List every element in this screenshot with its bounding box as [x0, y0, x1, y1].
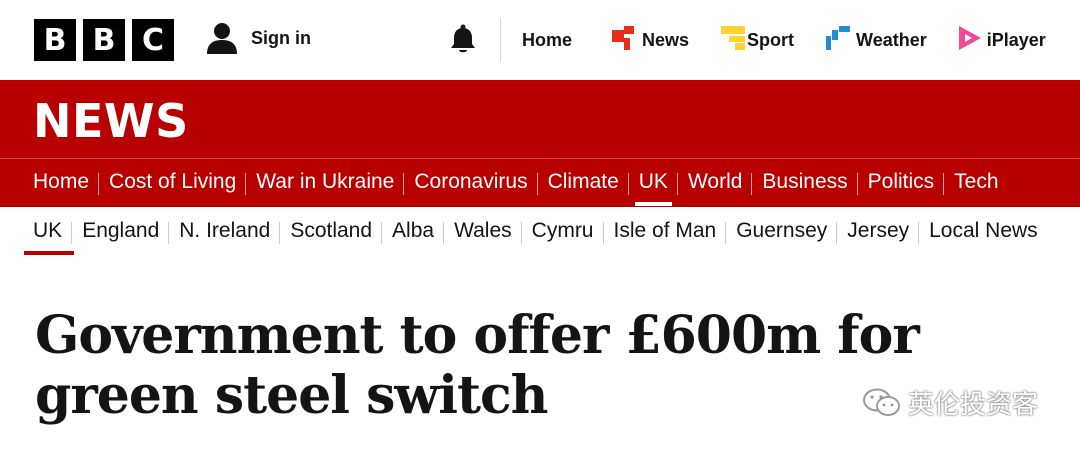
wechat-icon	[863, 388, 900, 416]
primary-nav-climate[interactable]: Climate	[548, 170, 629, 195]
top-nav-divider	[500, 18, 501, 62]
secondary-nav-jersey[interactable]: Jersey	[847, 219, 919, 244]
secondary-nav-guernsey[interactable]: Guernsey	[736, 219, 838, 244]
top-nav-label: Sport	[747, 30, 795, 50]
secondary-nav-england[interactable]: England	[82, 219, 170, 244]
news-banner: NEWS	[0, 80, 1080, 158]
primary-nav-business[interactable]: Business	[762, 170, 858, 195]
secondary-nav-isle-of-man[interactable]: Isle of Man	[614, 219, 727, 244]
primary-nav-uk-active[interactable]: UK	[634, 170, 679, 206]
top-nav-label: Weather	[856, 30, 927, 50]
primary-nav-label: UK	[638, 170, 668, 193]
user-icon	[207, 23, 237, 54]
bbc-logo-letter: B	[34, 19, 76, 61]
news-title[interactable]: NEWS	[33, 94, 189, 148]
primary-nav-politics[interactable]: Politics	[868, 170, 945, 195]
watermark: 英伦投资客	[862, 384, 1038, 421]
sign-in-label: Sign in	[251, 27, 311, 48]
primary-nav-tech[interactable]: Tech	[954, 170, 1008, 194]
top-nav-news[interactable]: News	[612, 26, 689, 55]
top-nav: Home News Sport Weather iPlayer	[522, 26, 1046, 55]
secondary-nav-uk-active[interactable]: UK	[33, 219, 73, 244]
secondary-nav-local-news[interactable]: Local News	[929, 219, 1048, 243]
notifications-bell-icon[interactable]	[450, 24, 476, 59]
primary-nav-home[interactable]: Home	[33, 170, 100, 195]
primary-nav-world[interactable]: World	[688, 170, 753, 195]
top-nav-label: iPlayer	[986, 30, 1046, 50]
primary-nav-war-in-ukraine[interactable]: War in Ukraine	[256, 170, 405, 195]
watermark-text: 英伦投资客	[908, 390, 1039, 420]
top-nav-sport[interactable]: Sport	[721, 26, 794, 55]
top-nav-label: News	[642, 30, 690, 50]
secondary-nav-scotland[interactable]: Scotland	[290, 219, 382, 244]
top-nav-home[interactable]: Home	[522, 30, 572, 51]
top-nav-iplayer[interactable]: iPlayer	[958, 26, 1046, 55]
active-indicator	[634, 202, 672, 206]
secondary-active-indicator	[24, 251, 74, 255]
iplayer-icon	[958, 26, 981, 55]
bbc-logo-letter: C	[132, 19, 174, 61]
primary-nav-cost-of-living[interactable]: Cost of Living	[109, 170, 247, 195]
secondary-nav-alba[interactable]: Alba	[392, 219, 445, 244]
top-nav-weather[interactable]: Weather	[826, 26, 927, 55]
primary-nav-coronavirus[interactable]: Coronavirus	[414, 170, 538, 195]
sport-icon	[721, 26, 746, 55]
secondary-nav-n-ireland[interactable]: N. Ireland	[179, 219, 281, 244]
bbc-logo-letter: B	[83, 19, 125, 61]
primary-nav: Home Cost of Living War in Ukraine Coron…	[0, 158, 1080, 207]
secondary-nav-wales[interactable]: Wales	[454, 219, 522, 244]
secondary-nav-cymru[interactable]: Cymru	[532, 219, 604, 244]
top-nav-label: Home	[522, 30, 573, 50]
weather-icon	[826, 26, 851, 55]
sign-in-button[interactable]: Sign in	[205, 21, 311, 55]
secondary-nav: UK England N. Ireland Scotland Alba Wale…	[0, 207, 1080, 259]
top-bar: B B C Sign in Home News Sport Weather iP…	[0, 0, 1080, 80]
news-icon	[612, 26, 636, 55]
bbc-logo[interactable]: B B C	[34, 19, 174, 61]
